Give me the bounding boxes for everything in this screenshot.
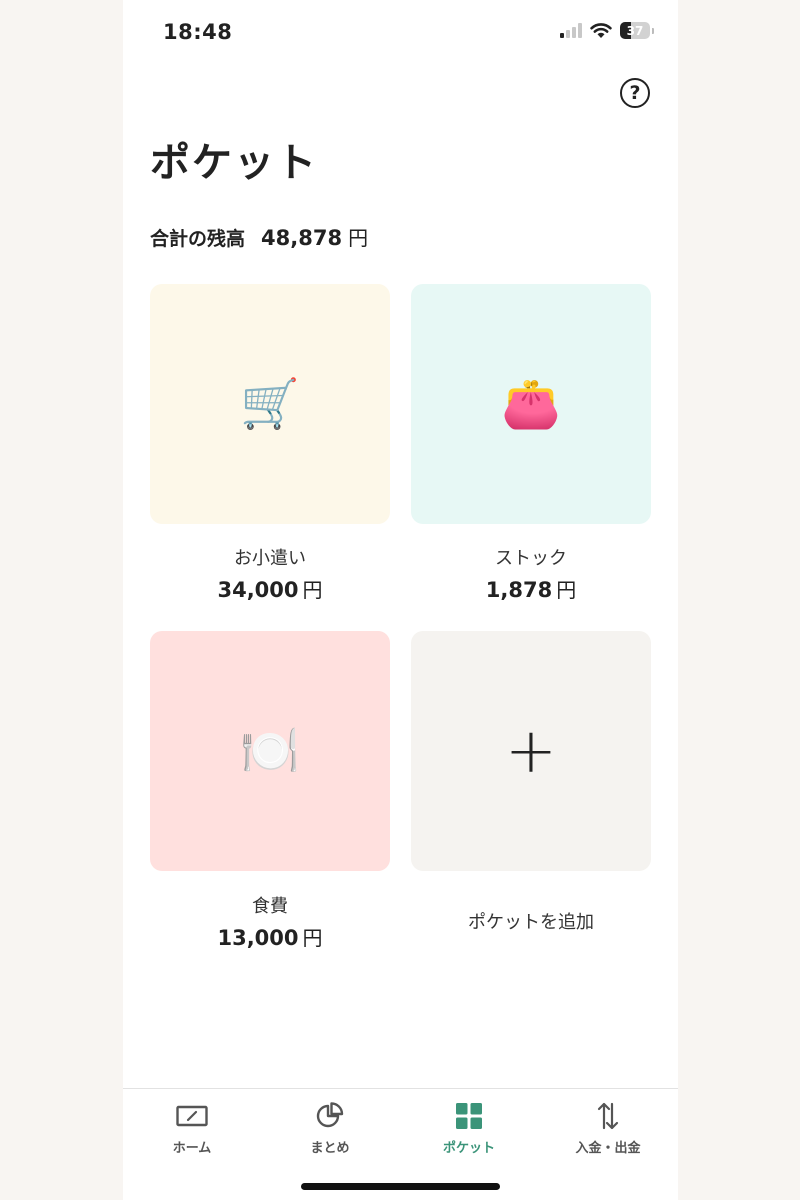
plus-icon: + [505, 714, 557, 787]
total-balance-label: 合計の残高 [150, 228, 246, 250]
pocket-amount-value: 1,878 [485, 578, 553, 602]
pocket-currency: 円 [302, 578, 323, 602]
total-balance: 合計の残高 48,878 円 [150, 222, 368, 251]
tab-label: ポケット [442, 1141, 495, 1156]
pocket-card-food[interactable]: 🍽️ [150, 631, 390, 871]
wifi-icon [590, 22, 612, 38]
add-pocket-button[interactable]: + [411, 631, 651, 871]
pocket-name: ストック [495, 548, 567, 569]
tab-deposit-withdraw[interactable]: 入金・出金 [539, 1099, 677, 1156]
cellular-signal-icon [560, 23, 582, 38]
grid-icon [456, 1103, 482, 1129]
tab-home[interactable]: ホーム [123, 1099, 261, 1156]
tab-label: まとめ [310, 1141, 350, 1156]
pocket-amount: 1,878 円 [411, 574, 651, 603]
transfer-arrows-icon [597, 1102, 619, 1130]
status-time: 18:48 [163, 20, 233, 44]
pocket-name: お小遣い [234, 548, 306, 569]
phone-screen: 18:48 37 ? ポケット 合計の残高 48,878 円 🛒 お小遣い 34… [123, 0, 678, 1200]
page-title: ポケット [150, 140, 318, 186]
pocket-card-allowance[interactable]: 🛒 [150, 284, 390, 524]
pocket-amount: 34,000 円 [150, 574, 390, 603]
status-indicators: 37 [560, 22, 654, 39]
tab-label: ホーム [172, 1141, 212, 1156]
tab-label: 入金・出金 [575, 1141, 641, 1156]
pocket-amount: 13,000 円 [150, 922, 390, 951]
tab-pocket[interactable]: ポケット [400, 1099, 538, 1156]
pocket-currency: 円 [302, 926, 323, 950]
battery-tip [652, 27, 654, 34]
question-circle-icon[interactable]: ? [620, 78, 650, 108]
plate-cutlery-icon: 🍽️ [240, 723, 300, 779]
total-balance-currency: 円 [348, 226, 369, 250]
home-indicator [301, 1183, 500, 1190]
pocket-amount-value: 13,000 [217, 926, 299, 950]
pocket-amount-value: 34,000 [217, 578, 299, 602]
add-pocket-label[interactable]: ポケットを追加 [411, 908, 651, 934]
pocket-currency: 円 [556, 578, 577, 602]
shopping-cart-icon: 🛒 [240, 376, 300, 432]
purse-icon: 👛 [501, 376, 561, 432]
pocket-card-stock[interactable]: 👛 [411, 284, 651, 524]
tab-summary[interactable]: まとめ [261, 1099, 399, 1156]
battery-level: 37 [626, 23, 644, 38]
battery-icon: 37 [620, 22, 650, 39]
home-screen-icon [176, 1105, 208, 1127]
total-balance-amount: 48,878 [261, 226, 343, 250]
pie-chart-icon [316, 1102, 344, 1128]
pocket-name: 食費 [252, 896, 288, 917]
